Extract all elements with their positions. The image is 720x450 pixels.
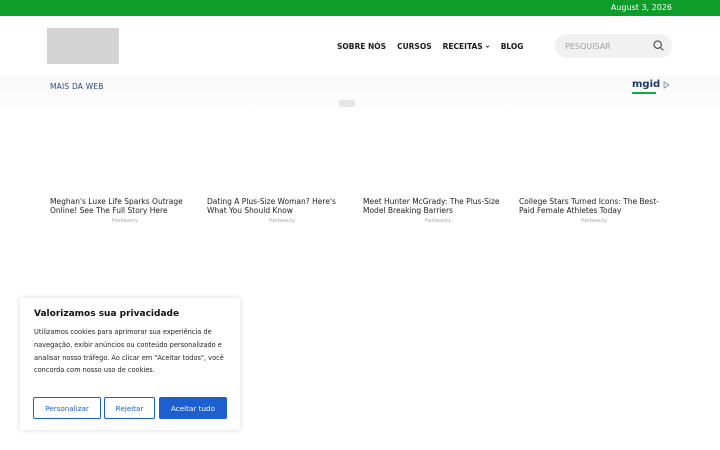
reject-button[interactable]: Rejeitar <box>104 397 155 419</box>
nav-label: BLOG <box>500 42 524 51</box>
nav-item-blog[interactable]: BLOG <box>501 42 524 51</box>
section-label: MAIS DA WEB <box>50 82 104 91</box>
ad-card-list: Meghan's Luxe Life Sparks Outrage Online… <box>50 197 670 229</box>
search-icon[interactable] <box>652 39 665 52</box>
cookie-title: Valorizamos sua privacidade <box>34 309 180 319</box>
ad-card-title[interactable]: College Stars Turned Icons: The Best-Pai… <box>519 197 669 215</box>
ad-card-source: Herbeauty <box>268 218 296 224</box>
mgid-logo[interactable]: mgid <box>632 79 670 94</box>
nav-label: CURSOS <box>397 42 432 51</box>
accept-all-button[interactable]: Aceitar tudo <box>159 397 227 419</box>
nav-item-receitas[interactable]: RECEITAS <box>443 42 490 51</box>
cookie-consent-banner: Valorizamos sua privacidade Utilizamos c… <box>20 298 240 430</box>
main-nav: SOBRE NÓS CURSOS RECEITAS BLOG <box>337 42 534 51</box>
top-bar: August 3, 2026 <box>0 0 720 16</box>
ad-card-title[interactable]: Dating A Plus-Size Woman? Here's What Yo… <box>207 197 357 215</box>
ad-card-title[interactable]: Meghan's Luxe Life Sparks Outrage Online… <box>50 197 200 215</box>
ad-widget-header <box>0 76 720 116</box>
brand-name: mgid <box>632 79 661 90</box>
cookie-description: Utilizamos cookies para aprimorar sua ex… <box>34 328 224 375</box>
ad-card-source: Herbeauty <box>424 218 452 224</box>
nav-label: RECEITAS <box>442 42 483 51</box>
customize-button[interactable]: Personalizar <box>33 397 101 419</box>
ad-card-title[interactable]: Meet Hunter McGrady: The Plus-Size Model… <box>363 197 513 215</box>
ad-card[interactable]: Meghan's Luxe Life Sparks Outrage Online… <box>50 197 200 224</box>
ad-card-source: Herbeauty <box>580 218 608 224</box>
chevron-down-icon <box>485 45 489 48</box>
site-header: SOBRE NÓS CURSOS RECEITAS BLOG <box>0 16 720 76</box>
nav-label: SOBRE NÓS <box>337 42 387 51</box>
nav-item-cursos[interactable]: CURSOS <box>397 42 432 51</box>
site-logo[interactable] <box>47 28 119 64</box>
brand-underline <box>632 92 656 94</box>
search-box <box>555 34 672 58</box>
ad-card-source: Herbeauty <box>111 218 139 224</box>
current-date: August 3, 2026 <box>610 3 672 12</box>
nav-item-sobre-nos[interactable]: SOBRE NÓS <box>337 42 386 51</box>
ad-card[interactable]: College Stars Turned Icons: The Best-Pai… <box>519 197 669 224</box>
search-input[interactable] <box>565 40 645 52</box>
ad-choices-icon[interactable] <box>339 100 355 107</box>
play-icon <box>663 80 670 89</box>
ad-card[interactable]: Meet Hunter McGrady: The Plus-Size Model… <box>363 197 513 224</box>
ad-card[interactable]: Dating A Plus-Size Woman? Here's What Yo… <box>207 197 357 224</box>
